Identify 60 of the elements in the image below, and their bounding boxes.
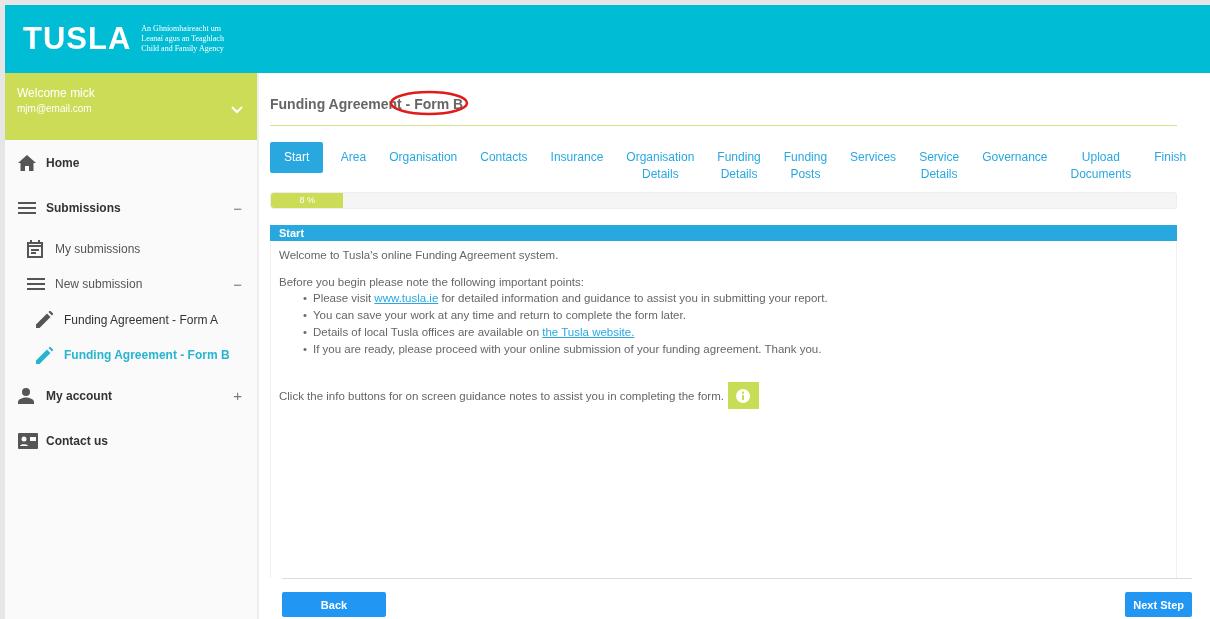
step-tab[interactable]: Organisation [377, 142, 469, 166]
info-icon [736, 388, 751, 403]
expand-toggle[interactable]: + [233, 387, 257, 405]
home-icon [18, 154, 36, 171]
bullet-point: You can save your work at any time and return to complete the form later. [313, 308, 686, 323]
step-tab[interactable]: Services [838, 142, 908, 166]
link[interactable]: www.tusla.ie [374, 292, 439, 304]
sidebar-item[interactable]: Funding Agreement - Form A [5, 302, 257, 338]
info-button[interactable] [727, 382, 759, 409]
sidebar-item[interactable]: Submissions − [5, 185, 257, 231]
sidebar-item[interactable]: Funding Agreement - Form B [5, 337, 257, 373]
step-tab[interactable]: Organisation Details [614, 142, 706, 183]
expand-toggle[interactable]: − [233, 275, 257, 293]
bullet-marker: • [303, 342, 309, 357]
menu-icon [27, 278, 45, 291]
next-step-button[interactable]: Next Step [1125, 592, 1192, 617]
info-note: Click the info buttons for on screen guidance notes to assist you in completing the form. [279, 389, 724, 402]
step-tab[interactable]: Insurance [539, 142, 615, 166]
step-tab[interactable]: Area [329, 142, 378, 166]
page-subtitle: - Form B [404, 96, 464, 112]
step-tab[interactable]: Upload Documents [1059, 142, 1143, 183]
logo-tagline: Leanaí agus an Teaghlach [141, 34, 224, 44]
bullet-marker: • [303, 291, 309, 306]
bullet-point: Details of local Tusla offices are available on the Tusla website. [313, 325, 635, 340]
pencil-icon [36, 311, 53, 329]
sidebar-item[interactable]: Contact us [5, 418, 257, 464]
logo-wordmark: TUSLA [23, 21, 132, 57]
bullet-marker: • [303, 325, 309, 340]
chevron-down-icon[interactable] [231, 106, 243, 114]
step-tab[interactable]: Funding Posts [772, 142, 839, 183]
logo-tagline: An Ghníomhaireacht um [141, 24, 222, 34]
link[interactable]: the Tusla website. [542, 326, 635, 338]
step-tab[interactable]: Contacts [468, 142, 540, 166]
contact-card-icon [18, 433, 38, 450]
sidebar-item[interactable]: My account + [5, 373, 257, 419]
sidebar-item[interactable]: New submission − [5, 266, 257, 302]
intro-text: Welcome to Tusla's online Funding Agreement system. [279, 249, 560, 261]
person-icon [18, 387, 34, 404]
step-tab[interactable]: Governance [970, 142, 1059, 166]
user-panel[interactable]: Welcome mick mjm@email.com [5, 73, 257, 140]
bullet-point: If you are ready, please proceed with your online submission of your funding agreement. Thank you. [313, 342, 822, 357]
step-tab[interactable]: Funding Details [705, 142, 773, 183]
pencil-icon [36, 346, 53, 364]
sidebar-item[interactable]: Home [5, 140, 257, 186]
calendar-icon [27, 239, 43, 258]
user-greeting: Welcome mick [17, 86, 95, 100]
sidebar-item[interactable]: My submissions [5, 231, 257, 267]
step-tab[interactable]: Start [270, 142, 324, 173]
step-tab[interactable]: Finish [1142, 142, 1198, 166]
step-tab[interactable]: Service Details [907, 142, 971, 183]
logo-tagline: Child and Family Agency [141, 44, 224, 54]
lead-text: Before you begin please note the following important points: [279, 276, 585, 288]
bullet-point: Please visit www.tusla.ie for detailed information and guidance to assist you in submitting your report. [313, 291, 828, 306]
expand-toggle[interactable]: − [233, 199, 257, 217]
progress-fill: 8 % [271, 193, 344, 208]
bullet-marker: • [303, 308, 309, 323]
section-header: Start [270, 225, 1177, 241]
menu-icon [18, 202, 36, 215]
user-email: mjm@email.com [17, 103, 93, 114]
back-button[interactable]: Back [282, 592, 386, 617]
